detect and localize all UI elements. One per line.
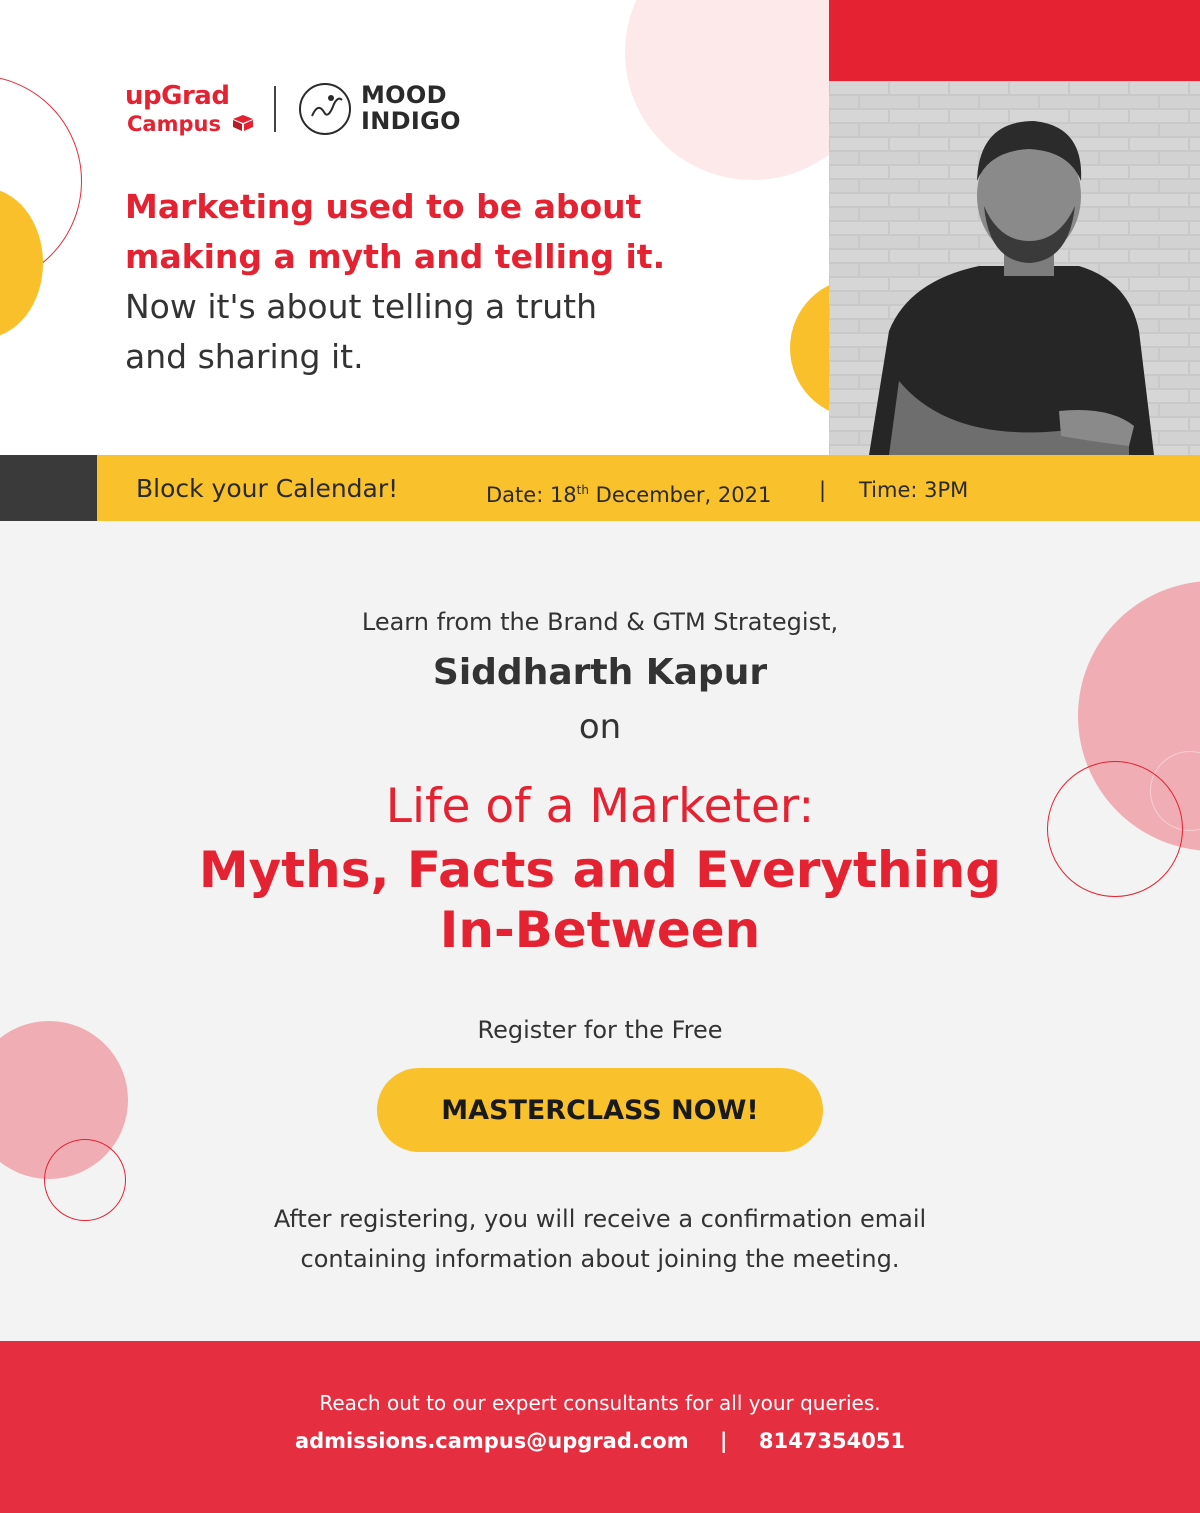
hero-quote-line: and sharing it. bbox=[125, 337, 364, 376]
session-intro: Learn from the Brand & GTM Strategist, bbox=[361, 608, 839, 636]
hero-quote-line: Marketing used to be about bbox=[125, 187, 642, 226]
registration-note-line1: After registering, you will receive a co… bbox=[273, 1205, 927, 1233]
logo-divider bbox=[274, 86, 276, 132]
speaker-photo-illustration bbox=[829, 81, 1200, 455]
footer-contact: admissions.campus@upgrad.com | 814735405… bbox=[0, 1426, 1200, 1456]
upgrad-logo-text: upGrad bbox=[125, 81, 230, 111]
registration-note-line2: containing information about joining the… bbox=[300, 1245, 900, 1273]
hero-section: upGrad Campus MOOD INDIGO Marketing used… bbox=[0, 0, 1200, 455]
calendar-band-accent bbox=[0, 455, 97, 521]
event-date-ordinal: th bbox=[576, 483, 589, 497]
event-date: Date: 18th December, 2021 bbox=[486, 476, 771, 509]
upgrad-cube-icon bbox=[233, 115, 253, 131]
hero-quote-bold: Marketing used to be about making a myth… bbox=[125, 182, 685, 282]
event-date-rest: December, 2021 bbox=[588, 483, 772, 507]
register-prompt: Register for the Free bbox=[477, 1016, 723, 1044]
contact-separator: | bbox=[719, 1429, 728, 1453]
register-masterclass-button[interactable]: MASTERCLASS NOW! bbox=[377, 1068, 823, 1152]
calendar-separator: | bbox=[819, 478, 827, 502]
event-date-day: Date: 18 bbox=[486, 483, 577, 507]
mood-indigo-emblem-icon bbox=[299, 83, 351, 135]
session-title-line2: Myths, Facts and Everything bbox=[198, 841, 1002, 899]
event-time: Time: 3PM bbox=[859, 478, 969, 502]
upgrad-campus-text: Campus bbox=[127, 112, 221, 136]
contact-phone-link[interactable]: 8147354051 bbox=[759, 1426, 905, 1456]
mood-indigo-logo-text: MOOD bbox=[361, 81, 447, 109]
decor-red-bar bbox=[829, 0, 1200, 81]
hero-quote-line: making a myth and telling it. bbox=[125, 237, 666, 276]
mood-indigo-logo-subtext: INDIGO bbox=[361, 107, 461, 135]
contact-email-link[interactable]: admissions.campus@upgrad.com bbox=[295, 1426, 689, 1456]
session-connector: on bbox=[578, 707, 622, 747]
speaker-photo bbox=[829, 81, 1200, 455]
hero-quote-line: Now it's about telling a truth bbox=[125, 287, 598, 326]
calendar-heading: Block your Calendar! bbox=[136, 474, 399, 503]
hero-quote-regular: Now it's about telling a truth and shari… bbox=[125, 282, 685, 382]
speaker-name: Siddharth Kapur bbox=[432, 652, 768, 693]
session-title-line1: Life of a Marketer: bbox=[385, 779, 815, 834]
footer-reach-out: Reach out to our expert consultants for … bbox=[319, 1391, 881, 1415]
session-title-line3: In-Between bbox=[439, 901, 761, 959]
